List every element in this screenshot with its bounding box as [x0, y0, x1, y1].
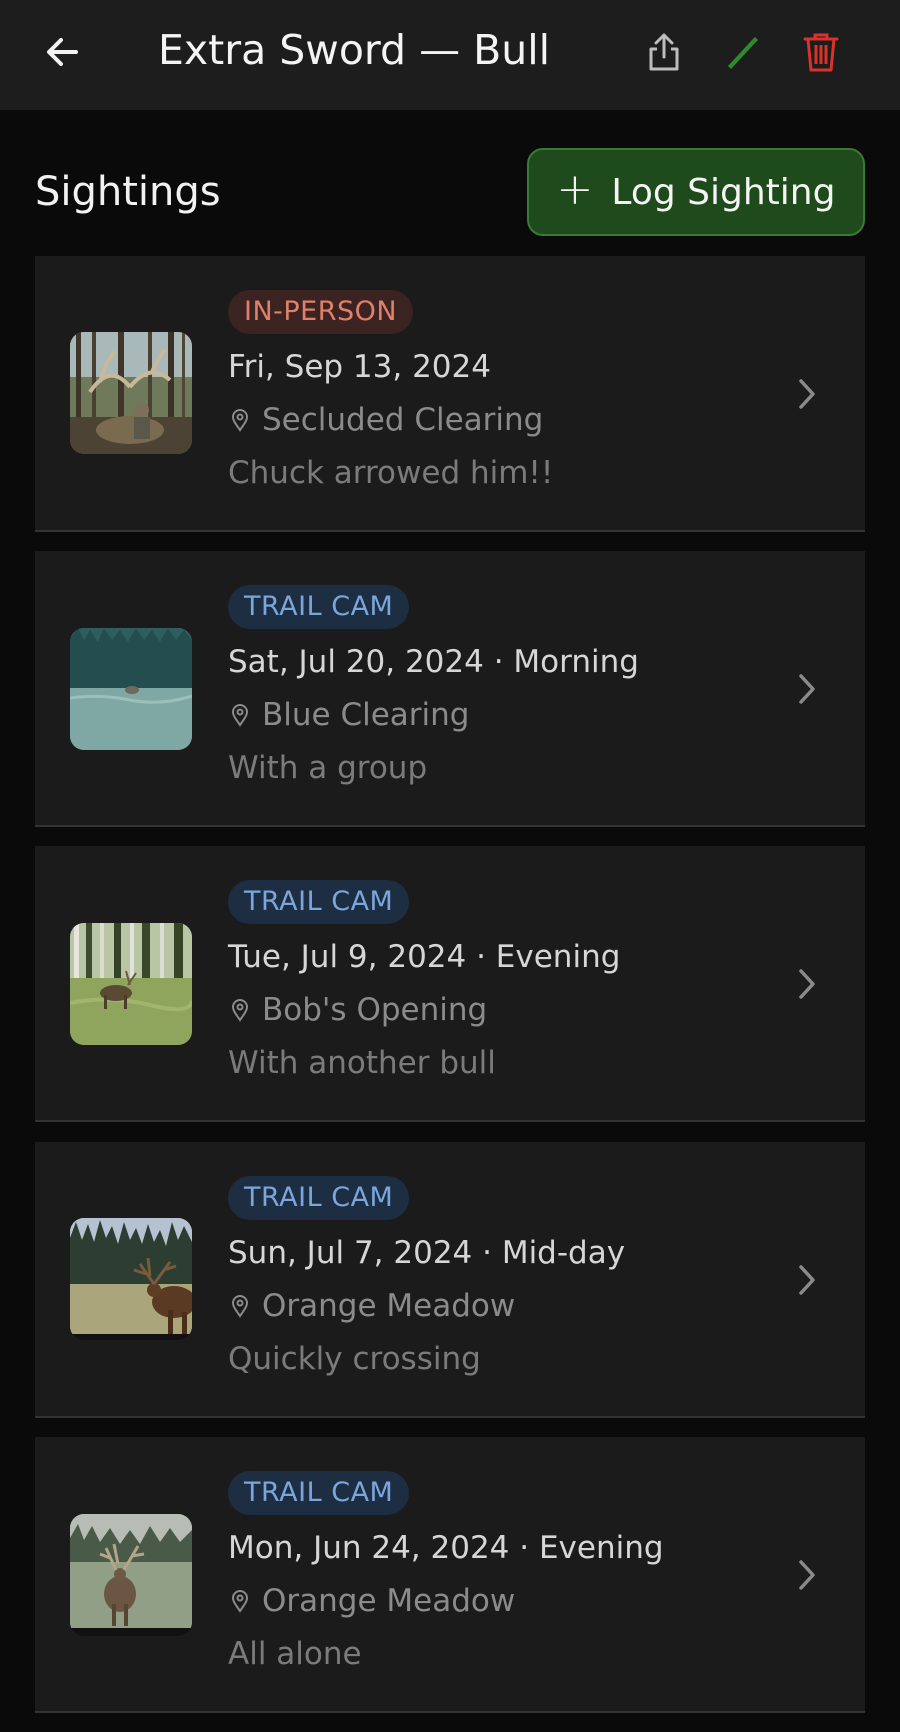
trail-cam-photo — [70, 923, 192, 1045]
back-button[interactable] — [36, 26, 88, 78]
trail-cam-photo — [70, 628, 192, 750]
sighting-type-badge: IN-PERSON — [228, 290, 414, 334]
plus-icon: + — [556, 164, 594, 215]
sighting-date: Mon, Jun 24, 2024 · Evening — [228, 1530, 664, 1566]
sighting-date: Sat, Jul 20, 2024 · Morning — [228, 644, 639, 680]
log-sighting-label: Log Sighting — [611, 171, 836, 213]
sighting-thumbnail — [70, 332, 192, 454]
page-title: Extra Sword — Bull — [158, 26, 551, 74]
sighting-location: Orange Meadow — [228, 1580, 515, 1622]
sighting-card[interactable]: TRAIL CAM Tue, Jul 9, 2024 · Evening Bob… — [35, 846, 865, 1122]
location-pin-icon — [228, 408, 252, 432]
chevron-right-icon — [787, 1256, 827, 1304]
chevron-right-icon — [787, 960, 827, 1008]
sighting-type-badge: TRAIL CAM — [228, 1471, 410, 1515]
sighting-note: Quickly crossing — [228, 1341, 481, 1377]
chevron-right-icon — [787, 1551, 827, 1599]
sighting-location-text: Secluded Clearing — [262, 402, 544, 438]
trail-cam-photo — [70, 1218, 192, 1340]
delete-button[interactable] — [795, 26, 847, 78]
sighting-note: All alone — [228, 1636, 362, 1672]
sighting-card[interactable]: TRAIL CAM Sat, Jul 20, 2024 · Morning Bl… — [35, 551, 865, 827]
sighting-date: Fri, Sep 13, 2024 — [228, 349, 491, 385]
elk-harvest-photo — [70, 332, 192, 454]
sighting-thumbnail — [70, 1514, 192, 1636]
location-pin-icon — [228, 703, 252, 727]
sighting-note: With a group — [228, 750, 428, 786]
sighting-location: Bob's Opening — [228, 989, 487, 1031]
sighting-type-badge: TRAIL CAM — [228, 1176, 410, 1220]
location-pin-icon — [228, 1294, 252, 1318]
location-pin-icon — [228, 998, 252, 1022]
arrow-left-icon — [47, 38, 78, 66]
share-button[interactable] — [638, 26, 690, 78]
section-title: Sightings — [35, 169, 221, 215]
sighting-location-text: Orange Meadow — [262, 1288, 516, 1324]
sighting-type-badge: TRAIL CAM — [228, 585, 410, 629]
chevron-right-icon — [787, 665, 827, 713]
top-app-bar: Extra Sword — Bull — [0, 0, 900, 110]
sighting-location: Orange Meadow — [228, 1285, 515, 1327]
sighting-date: Tue, Jul 9, 2024 · Evening — [228, 939, 621, 975]
sighting-location-text: Blue Clearing — [262, 697, 470, 733]
pencil-icon — [728, 37, 758, 69]
sighting-thumbnail — [70, 628, 192, 750]
sighting-location-text: Orange Meadow — [262, 1583, 516, 1619]
sighting-note: Chuck arrowed him!! — [228, 455, 554, 491]
share-icon — [649, 33, 679, 71]
log-sighting-button[interactable]: + Log Sighting — [527, 148, 865, 236]
sighting-note: With another bull — [228, 1045, 496, 1081]
trail-cam-photo — [70, 1514, 192, 1636]
chevron-right-icon — [787, 370, 827, 418]
sighting-card[interactable]: TRAIL CAM Mon, Jun 24, 2024 · Evening Or… — [35, 1437, 865, 1713]
sighting-location: Blue Clearing — [228, 694, 469, 736]
trash-icon — [803, 33, 839, 72]
sighting-thumbnail — [70, 923, 192, 1045]
location-pin-icon — [228, 1589, 252, 1613]
sighting-date: Sun, Jul 7, 2024 · Mid-day — [228, 1235, 626, 1271]
sighting-card[interactable]: IN-PERSON Fri, Sep 13, 2024 Secluded Cle… — [35, 256, 865, 532]
sighting-thumbnail — [70, 1218, 192, 1340]
sighting-type-badge: TRAIL CAM — [228, 880, 410, 924]
sighting-location-text: Bob's Opening — [262, 992, 488, 1028]
edit-button[interactable] — [716, 26, 768, 78]
sighting-card[interactable]: TRAIL CAM Sun, Jul 7, 2024 · Mid-day Ora… — [35, 1142, 865, 1418]
sighting-location: Secluded Clearing — [228, 399, 543, 441]
